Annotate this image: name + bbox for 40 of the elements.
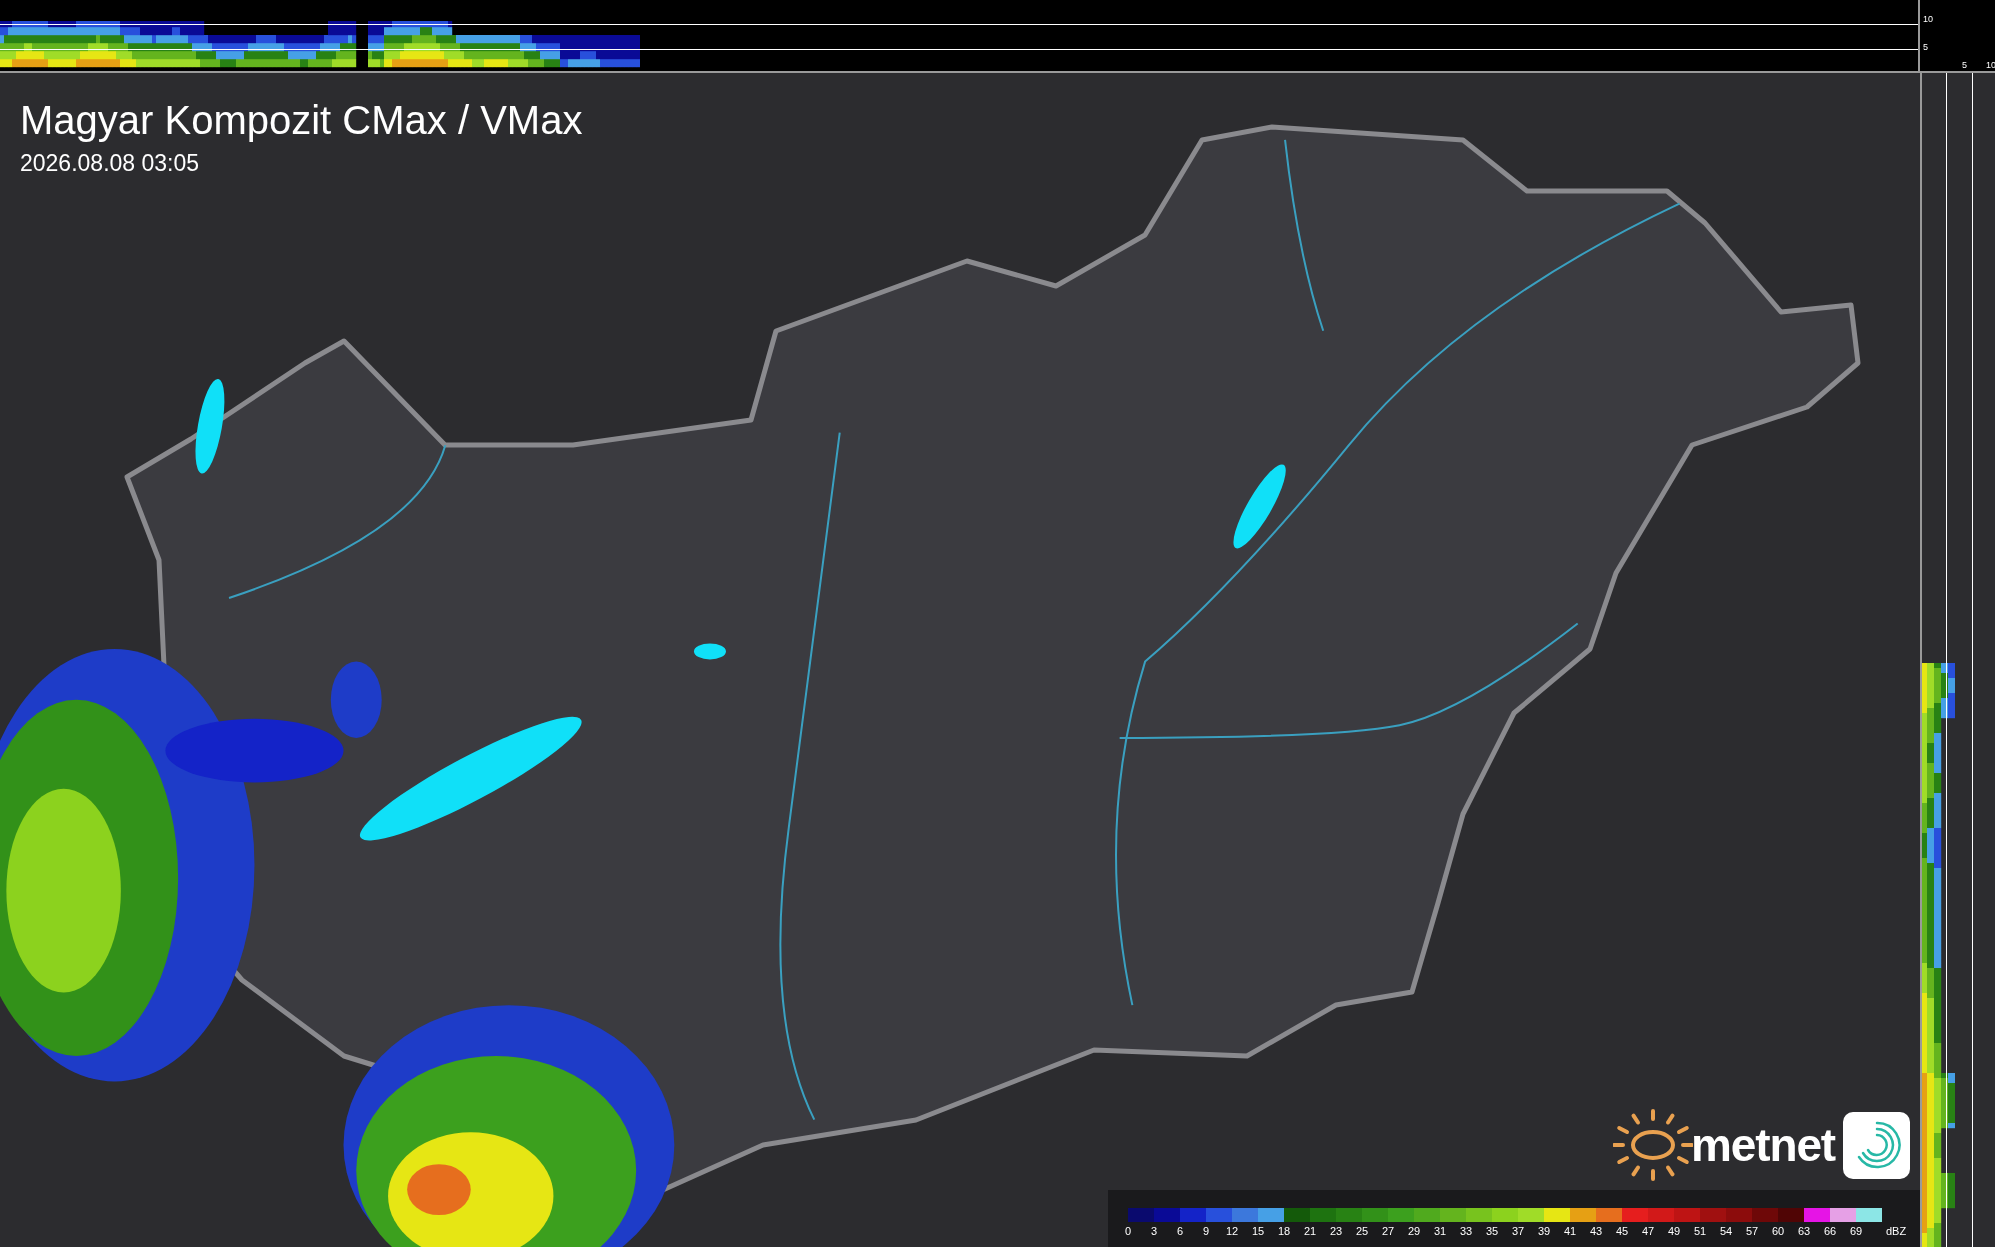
legend-unit: dBZ <box>1886 1226 1907 1237</box>
legend-label: 41 <box>1563 1226 1577 1237</box>
legend-label: 35 <box>1485 1226 1499 1237</box>
scale-label: 5 <box>1962 61 1967 70</box>
legend-label: 39 <box>1537 1226 1551 1237</box>
sun-icon <box>1613 1109 1694 1181</box>
scale-label: 10 <box>1986 61 1995 70</box>
app-icon <box>1843 1111 1910 1179</box>
legend-label: 27 <box>1381 1226 1395 1237</box>
legend-label: 9 <box>1202 1226 1210 1237</box>
legend-label: 57 <box>1745 1226 1759 1237</box>
legend-label: 6 <box>1176 1226 1184 1237</box>
legend-label: 23 <box>1329 1226 1343 1237</box>
legend-label: 18 <box>1277 1226 1291 1237</box>
logo-wordmark: metnet <box>1691 1122 1835 1168</box>
legend-label: 51 <box>1693 1226 1707 1237</box>
lake <box>693 643 726 660</box>
legend-label: 3 <box>1150 1226 1158 1237</box>
legend-label: 21 <box>1303 1226 1317 1237</box>
map-timestamp: 2026.08.08 03:05 <box>20 149 201 178</box>
legend-label: 37 <box>1511 1226 1525 1237</box>
legend-label: 0 <box>1124 1226 1132 1237</box>
legend-label: 54 <box>1719 1226 1733 1237</box>
legend-label: 12 <box>1225 1226 1239 1237</box>
map-title: Magyar Kompozit CMax / VMax <box>20 97 584 144</box>
legend-label: 15 <box>1251 1226 1265 1237</box>
legend-label: 47 <box>1641 1226 1655 1237</box>
legend-label: 63 <box>1797 1226 1811 1237</box>
legend-label: 49 <box>1667 1226 1681 1237</box>
legend-label: 31 <box>1433 1226 1447 1237</box>
legend-label: 43 <box>1589 1226 1603 1237</box>
legend-label: 66 <box>1823 1226 1837 1237</box>
legend-label: 45 <box>1615 1226 1629 1237</box>
scale-label: 5 <box>1923 43 1928 52</box>
legend-label: 25 <box>1355 1226 1369 1237</box>
legend-label: 33 <box>1459 1226 1473 1237</box>
scale-label: 10 <box>1923 15 1933 24</box>
legend-label: 69 <box>1849 1226 1863 1237</box>
legend-label: 29 <box>1407 1226 1421 1237</box>
legend-label: 60 <box>1771 1226 1785 1237</box>
